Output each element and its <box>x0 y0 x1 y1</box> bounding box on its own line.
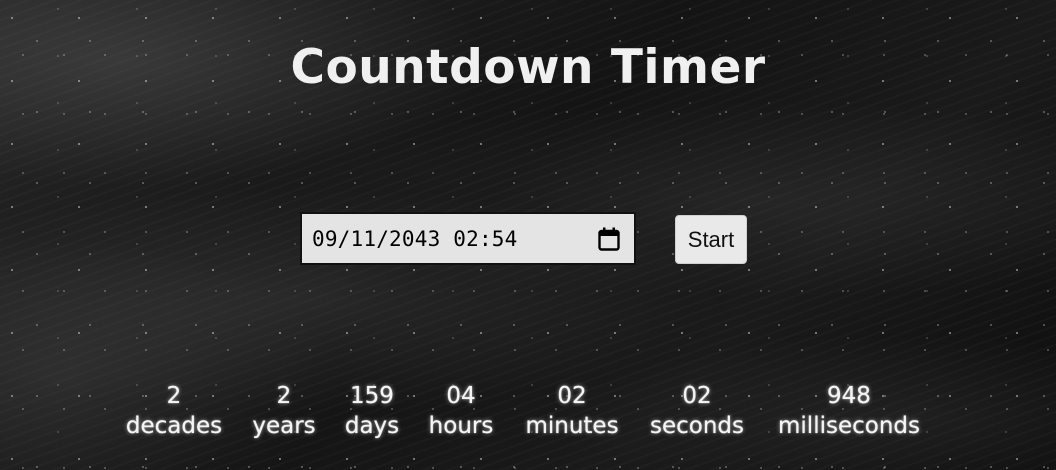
countdown-value: 2 <box>166 383 182 409</box>
countdown-seconds: 02 seconds <box>650 381 744 441</box>
countdown-years: 2 years <box>252 381 315 441</box>
countdown-label: hours <box>428 413 494 439</box>
countdown-value: 2 <box>276 383 292 409</box>
start-button[interactable]: Start <box>675 215 747 264</box>
countdown-label: years <box>252 413 316 439</box>
countdown-days: 159 days <box>345 381 399 441</box>
countdown-label: minutes <box>525 413 619 439</box>
countdown-minutes: 02 minutes <box>525 381 618 441</box>
calendar-icon[interactable] <box>598 227 620 251</box>
datetime-input[interactable]: 09/11/2043 02:54 <box>300 212 636 265</box>
countdown-value: 04 <box>446 383 476 409</box>
countdown-display: 2 decades 2 years 159 days 04 hours 02 m… <box>0 381 1056 451</box>
countdown-label: days <box>344 413 400 439</box>
countdown-label: seconds <box>649 413 745 439</box>
countdown-value: 948 <box>827 383 871 409</box>
countdown-hours: 04 hours <box>429 381 494 441</box>
datetime-value[interactable]: 09/11/2043 02:54 <box>312 227 518 251</box>
countdown-value: 02 <box>557 383 587 409</box>
page-title: Countdown Timer <box>290 40 766 95</box>
countdown-value: 02 <box>682 383 712 409</box>
countdown-label: milliseconds <box>778 413 920 439</box>
countdown-label: decades <box>125 413 223 439</box>
countdown-value: 159 <box>350 383 394 409</box>
countdown-decades: 2 decades <box>126 381 222 441</box>
countdown-milliseconds: 948 milliseconds <box>778 381 920 441</box>
